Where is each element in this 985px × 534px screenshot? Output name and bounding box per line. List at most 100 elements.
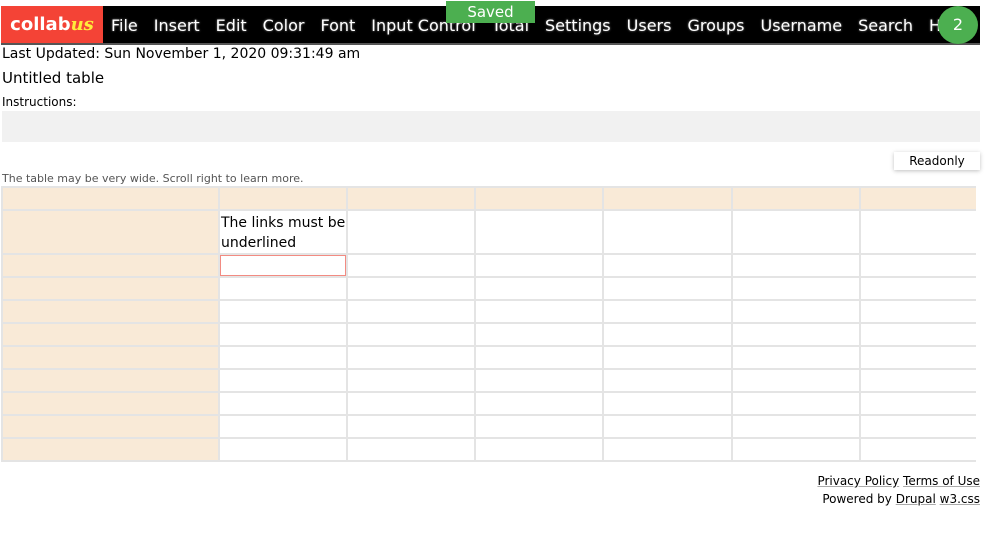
table-cell[interactable]: The links must be underlined — [218, 209, 348, 255]
table-cell[interactable] — [218, 276, 348, 301]
table-cell[interactable] — [859, 391, 976, 416]
table-cell[interactable] — [602, 345, 733, 370]
table-cell[interactable] — [1, 368, 220, 393]
users-count-badge[interactable]: 2 — [938, 6, 978, 44]
table-row — [1, 299, 976, 324]
table-cell[interactable] — [346, 414, 476, 439]
table-cell[interactable] — [1, 186, 220, 211]
table-cell[interactable] — [218, 391, 348, 416]
w3css-link[interactable]: w3.css — [940, 492, 980, 506]
drupal-link[interactable]: Drupal — [896, 492, 936, 506]
menu-insert[interactable]: Insert — [146, 6, 208, 43]
table-cell[interactable] — [602, 368, 733, 393]
menu-edit[interactable]: Edit — [208, 6, 255, 43]
table-cell[interactable] — [346, 276, 476, 301]
table-cell[interactable] — [346, 437, 476, 462]
table-cell[interactable] — [474, 391, 604, 416]
table-cell[interactable] — [474, 322, 604, 347]
table-cell[interactable] — [1, 322, 220, 347]
table-cell[interactable] — [346, 299, 476, 324]
table-cell[interactable] — [218, 437, 348, 462]
menu-users[interactable]: Users — [619, 6, 680, 43]
table-cell[interactable] — [859, 186, 976, 211]
table-cell[interactable] — [474, 345, 604, 370]
table-cell[interactable] — [346, 345, 476, 370]
table-cell[interactable] — [218, 186, 348, 211]
table-cell[interactable] — [218, 299, 348, 324]
table-cell[interactable] — [859, 437, 976, 462]
table-cell[interactable] — [218, 345, 348, 370]
table-cell[interactable] — [474, 368, 604, 393]
table-cell[interactable] — [731, 414, 861, 439]
table-cell[interactable] — [474, 186, 604, 211]
table-cell[interactable] — [346, 391, 476, 416]
table-cell[interactable] — [731, 437, 861, 462]
table-cell[interactable] — [346, 186, 476, 211]
wide-table-note: The table may be very wide. Scroll right… — [2, 172, 304, 185]
menu-settings[interactable]: Settings — [537, 6, 619, 43]
table-cell[interactable] — [1, 345, 220, 370]
table-cell[interactable] — [602, 209, 733, 255]
table-cell[interactable] — [1, 299, 220, 324]
table-cell[interactable] — [859, 276, 976, 301]
table-cell[interactable] — [859, 345, 976, 370]
table-cell[interactable] — [859, 253, 976, 278]
table-cell[interactable] — [474, 299, 604, 324]
table-row — [1, 368, 976, 393]
table-cell[interactable] — [1, 414, 220, 439]
menu-file[interactable]: File — [103, 6, 146, 43]
table-cell[interactable] — [731, 322, 861, 347]
table-cell[interactable] — [731, 299, 861, 324]
table-cell[interactable] — [1, 391, 220, 416]
table-cell[interactable] — [346, 322, 476, 347]
collabus-logo[interactable]: collabus — [1, 6, 103, 43]
table-cell[interactable] — [859, 368, 976, 393]
table-row — [1, 414, 976, 439]
table-cell[interactable] — [1, 276, 220, 301]
table-cell[interactable] — [859, 209, 976, 255]
table-cell[interactable] — [602, 253, 733, 278]
table-cell[interactable] — [859, 322, 976, 347]
table-cell[interactable] — [602, 276, 733, 301]
table-cell[interactable] — [474, 276, 604, 301]
table-cell[interactable] — [474, 437, 604, 462]
table-cell[interactable] — [731, 253, 861, 278]
table-cell[interactable] — [731, 368, 861, 393]
table-cell[interactable] — [346, 253, 476, 278]
table-cell[interactable] — [602, 322, 733, 347]
readonly-button[interactable]: Readonly — [894, 152, 980, 170]
table-cell[interactable] — [859, 414, 976, 439]
table-cell[interactable] — [218, 322, 348, 347]
menu-groups[interactable]: Groups — [679, 6, 752, 43]
table-cell[interactable] — [346, 368, 476, 393]
table-cell[interactable] — [474, 253, 604, 278]
table-cell[interactable] — [218, 368, 348, 393]
menu-color[interactable]: Color — [255, 6, 313, 43]
table-row — [1, 276, 976, 301]
table-cell[interactable] — [218, 414, 348, 439]
table-row — [1, 345, 976, 370]
table-cell[interactable] — [731, 186, 861, 211]
table-cell[interactable] — [346, 209, 476, 255]
table-cell[interactable] — [731, 345, 861, 370]
table-cell[interactable] — [602, 437, 733, 462]
table-cell[interactable] — [1, 209, 220, 255]
menu-username[interactable]: Username — [753, 6, 851, 43]
table-cell[interactable] — [474, 209, 604, 255]
table-cell[interactable] — [474, 414, 604, 439]
table-cell[interactable] — [602, 299, 733, 324]
table-cell[interactable] — [1, 437, 220, 462]
selected-cell[interactable] — [218, 253, 348, 278]
menu-search[interactable]: Search — [850, 6, 921, 43]
table-cell[interactable] — [602, 186, 733, 211]
table-cell[interactable] — [602, 391, 733, 416]
table-cell[interactable] — [731, 391, 861, 416]
menu-font[interactable]: Font — [312, 6, 363, 43]
table-cell[interactable] — [602, 414, 733, 439]
privacy-policy-link[interactable]: Privacy Policy — [817, 474, 899, 488]
table-cell[interactable] — [1, 253, 220, 278]
table-cell[interactable] — [859, 299, 976, 324]
table-cell[interactable] — [731, 276, 861, 301]
terms-link[interactable]: Terms of Use — [903, 474, 980, 488]
table-cell[interactable] — [731, 209, 861, 255]
